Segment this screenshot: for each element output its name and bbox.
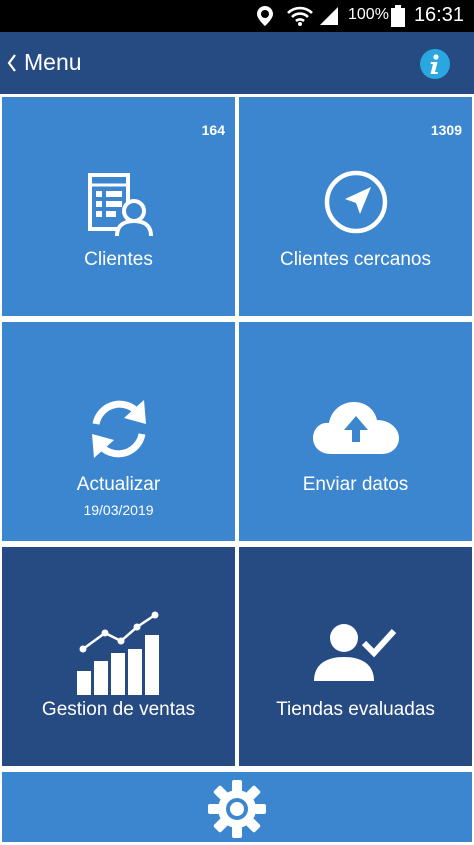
- wifi-icon: [287, 0, 313, 32]
- navigation-icon: [323, 169, 389, 240]
- clientes-cercanos-count: 1309: [430, 122, 462, 138]
- tile-label: Clientes: [84, 249, 153, 270]
- chevron-left-icon[interactable]: [4, 50, 20, 76]
- tile-actualizar[interactable]: Actualizar 19/03/2019: [2, 322, 235, 541]
- tile-label: Gestion de ventas: [41, 699, 196, 720]
- info-icon[interactable]: [420, 49, 450, 79]
- tile-tiendas-evaluadas[interactable]: Tiendas evaluadas: [239, 547, 472, 766]
- sales-chart-icon: [76, 611, 161, 700]
- settings-bar[interactable]: [2, 772, 472, 842]
- battery-icon: [391, 0, 405, 32]
- tile-label: Tiendas evaluadas: [276, 699, 435, 720]
- tile-clientes-cercanos[interactable]: 1309 Clientes cercanos: [239, 97, 472, 316]
- gear-icon[interactable]: [206, 778, 268, 845]
- cloud-upload-icon: [312, 398, 399, 461]
- last-update-date: 19/03/2019: [83, 502, 154, 518]
- tile-enviar-datos[interactable]: Enviar datos: [239, 322, 472, 541]
- tile-label: Enviar datos: [302, 474, 409, 495]
- clock: 16:31: [413, 4, 464, 26]
- status-bar: 100% 16:31: [0, 0, 474, 32]
- clientes-count: 164: [201, 122, 225, 138]
- tile-clientes[interactable]: 164 Clientes: [2, 97, 235, 316]
- tile-label: Clientes cercanos: [279, 249, 432, 270]
- refresh-icon: [84, 394, 154, 469]
- tile-label: Actualizar: [76, 474, 161, 495]
- battery-percent: 100%: [348, 6, 389, 23]
- page-title: Menu: [24, 49, 82, 75]
- clients-list-icon: [84, 169, 154, 244]
- tile-gestion-de-ventas[interactable]: Gestion de ventas: [2, 547, 235, 766]
- location-icon: [256, 0, 274, 32]
- app-header: Menu: [0, 32, 474, 94]
- user-check-icon: [313, 623, 398, 688]
- signal-icon: [318, 0, 340, 32]
